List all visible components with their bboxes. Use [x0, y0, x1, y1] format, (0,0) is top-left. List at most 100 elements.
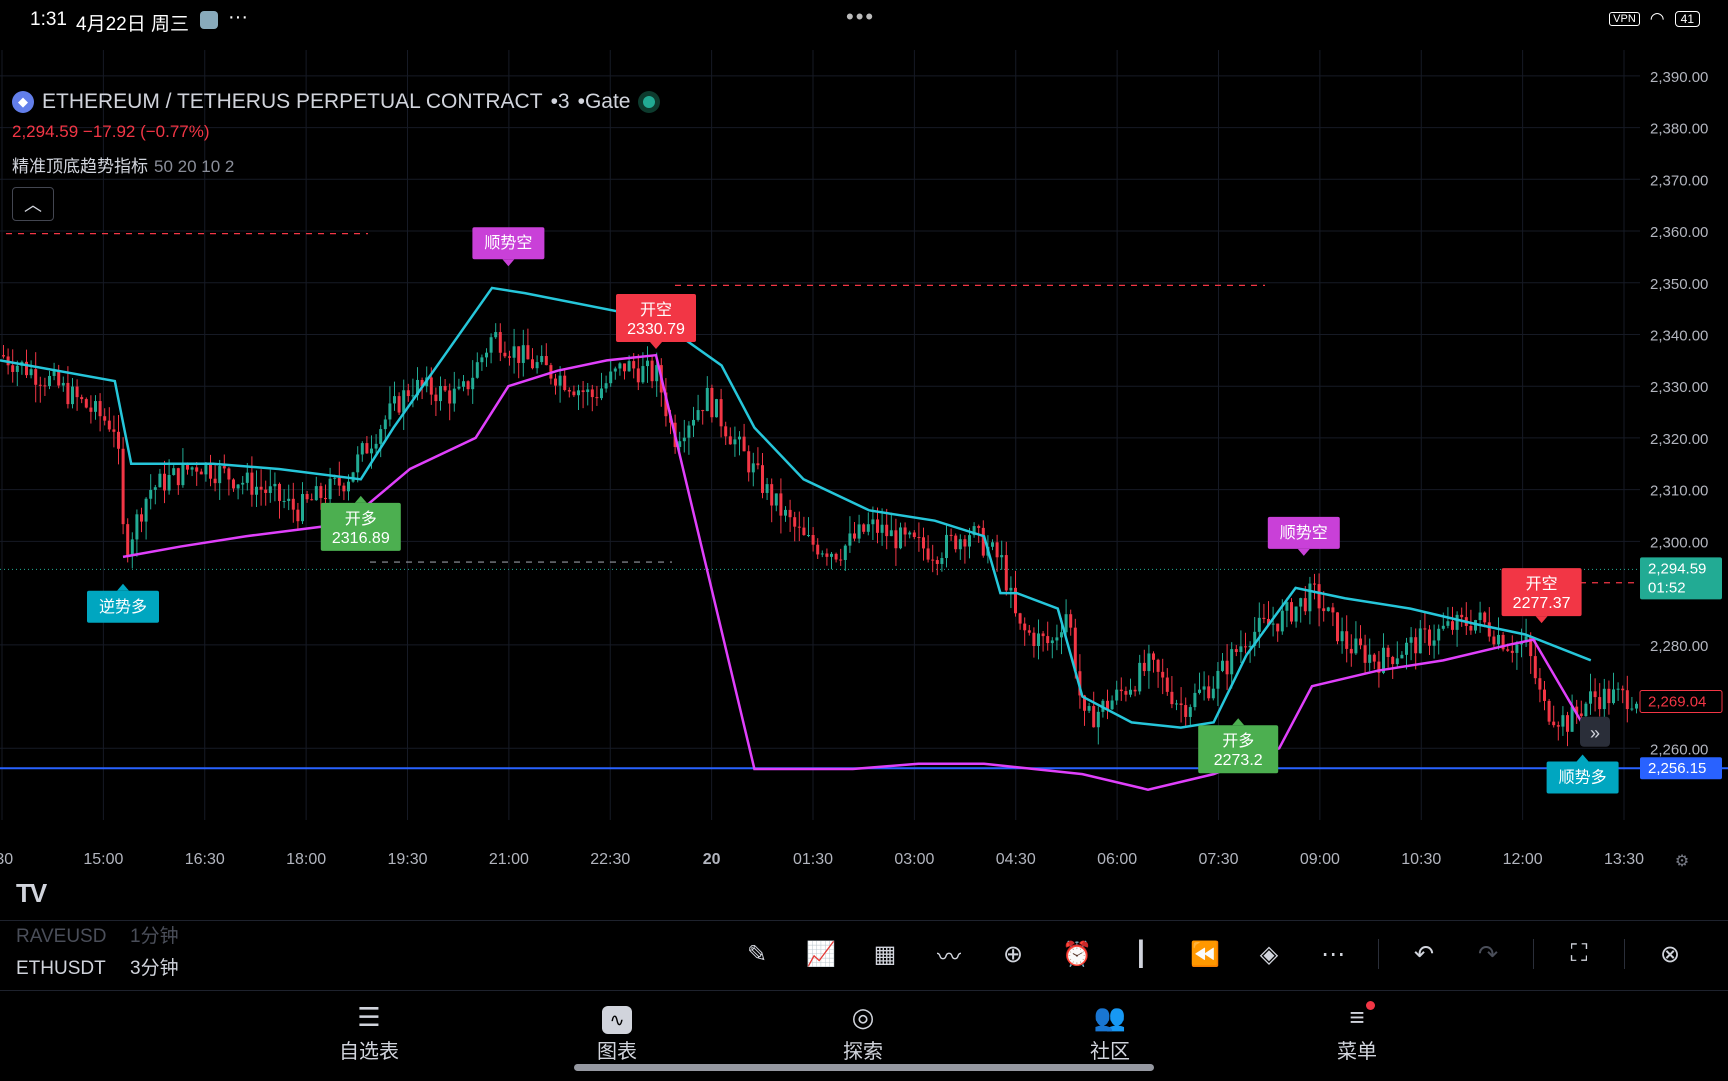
app-notification-icon — [200, 11, 218, 29]
more-icon[interactable]: ⋯ — [1314, 935, 1352, 973]
indicators-icon[interactable]: 📈 — [802, 935, 840, 973]
candle-body — [687, 425, 691, 438]
candle-body — [480, 357, 484, 363]
compare-icon[interactable]: 〰 — [930, 935, 968, 973]
indicator-legend[interactable]: 精准顶底趋势指标 50 20 10 2 — [12, 152, 660, 177]
candle-body — [360, 443, 364, 455]
candle-body — [871, 519, 875, 525]
fullscreen-icon[interactable]: ⛶ — [1560, 935, 1598, 973]
y-tick-label: 2,300.00 — [1650, 534, 1708, 551]
candle-body — [1041, 633, 1045, 637]
candle-body — [1124, 691, 1128, 695]
candle-type-icon[interactable]: ┃ — [1122, 935, 1160, 973]
candle-body — [848, 533, 852, 546]
y-tick-label: 2,380.00 — [1650, 121, 1708, 138]
symbol-name[interactable]: ETHEREUM / TETHERUS PERPETUAL CONTRACT — [42, 90, 543, 114]
candle-body — [894, 530, 898, 549]
candle-body — [1455, 614, 1459, 630]
candle-body — [466, 381, 470, 390]
candle-body — [1340, 631, 1344, 642]
candle-body — [1478, 612, 1482, 621]
candle-body — [784, 509, 787, 516]
candle-body — [1156, 659, 1160, 672]
drawing-pen-icon[interactable]: ✎ — [738, 935, 776, 973]
symbol-picker[interactable]: RAVEUSD 1分钟 ETHUSDT 3分钟 — [16, 921, 179, 985]
candle-body — [1451, 621, 1454, 630]
tab-community[interactable]: 👥 社区 — [1050, 999, 1170, 1064]
vpn-icon: VPN — [1609, 12, 1640, 26]
candle-body — [218, 466, 222, 484]
redo-icon[interactable]: ↷ — [1469, 935, 1507, 973]
symbol-option[interactable]: RAVEUSD 1分钟 — [16, 921, 179, 953]
candle-body — [554, 378, 557, 386]
x-tick-label: 20 — [703, 851, 721, 868]
home-indicator[interactable] — [574, 1064, 1154, 1071]
candle-body — [1349, 648, 1353, 654]
candle-body — [15, 365, 19, 372]
candle-body — [820, 553, 824, 555]
candle-body — [931, 559, 935, 561]
candle-body — [544, 356, 548, 366]
collapse-legend-button[interactable]: ︿ — [12, 187, 54, 221]
tab-watchlist[interactable]: ☰ 自选表 — [309, 999, 429, 1064]
candle-body — [268, 486, 272, 493]
candle-body — [1225, 660, 1229, 675]
candle-body — [204, 463, 208, 475]
candle-body — [1152, 653, 1155, 660]
candle-body — [1175, 703, 1178, 705]
candle-body — [526, 345, 530, 360]
x-tick-label: 22:30 — [590, 851, 630, 868]
candle-body — [1630, 708, 1634, 710]
candle-body — [1023, 623, 1027, 631]
candle-body — [719, 399, 723, 427]
signal-text: 开多 — [345, 509, 377, 528]
candle-body — [811, 535, 815, 545]
layers-icon[interactable]: ◈ — [1250, 935, 1288, 973]
add-icon[interactable]: ⊕ — [994, 935, 1032, 973]
candle-body — [448, 390, 452, 404]
candle-body — [1598, 697, 1602, 710]
alarm-icon[interactable]: ⏰ — [1058, 935, 1096, 973]
candle-body — [291, 498, 295, 510]
chart-area[interactable]: 2,390.00 2,380.00 2,370.00 2,360.00 2,350.00… — [0, 40, 1728, 920]
replay-icon[interactable]: ⏪ — [1186, 935, 1224, 973]
layout-grid-icon[interactable]: ▦ — [866, 935, 904, 973]
candle-body — [153, 487, 157, 490]
candle-body — [1179, 703, 1183, 706]
tab-explore[interactable]: ◎ 探索 — [803, 999, 923, 1064]
signal-pointer — [1297, 548, 1310, 556]
candle-body — [84, 399, 88, 408]
candle-body — [439, 386, 442, 402]
candle-body — [756, 463, 760, 466]
candle-body — [710, 387, 714, 418]
tab-chart[interactable]: ∿ 图表 — [557, 999, 677, 1064]
candle-body — [1009, 587, 1013, 591]
candle-body — [1418, 628, 1422, 654]
candle-body — [1593, 691, 1597, 698]
undo-icon[interactable]: ↶ — [1405, 935, 1443, 973]
bottom-toolbar: RAVEUSD 1分钟 ETHUSDT 3分钟 ✎ 📈 ▦ 〰 ⊕ ⏰ ┃ ⏪ ◈ … — [0, 920, 1728, 989]
candle-body — [604, 383, 608, 389]
candle-body — [259, 486, 263, 490]
candle-body — [1133, 689, 1137, 692]
candle-body — [181, 463, 185, 486]
x-tick-label: 03:00 — [894, 851, 934, 868]
candle-body — [512, 346, 516, 358]
candle-body — [1055, 637, 1059, 641]
x-tick-label: :30 — [0, 851, 13, 868]
symbol-option-selected[interactable]: ETHUSDT 3分钟 — [16, 953, 179, 985]
candle-body — [1363, 645, 1367, 663]
candle-body — [48, 375, 51, 387]
candle-body — [406, 390, 410, 397]
candle-body — [43, 385, 47, 387]
window-handle[interactable]: ••• — [846, 4, 875, 30]
candle-body — [1308, 583, 1312, 612]
y-tick-label: 2,280.00 — [1650, 638, 1708, 655]
tab-menu[interactable]: ≡ 菜单 — [1297, 999, 1417, 1064]
share-icon[interactable]: ⇪ — [1715, 935, 1728, 973]
countdown-text: 01:52 — [1648, 579, 1686, 596]
candle-body — [1276, 623, 1280, 632]
add-alert-icon[interactable]: ⊗ — [1651, 935, 1689, 973]
candle-body — [521, 345, 525, 363]
y-tick-label: 2,310.00 — [1650, 483, 1708, 500]
